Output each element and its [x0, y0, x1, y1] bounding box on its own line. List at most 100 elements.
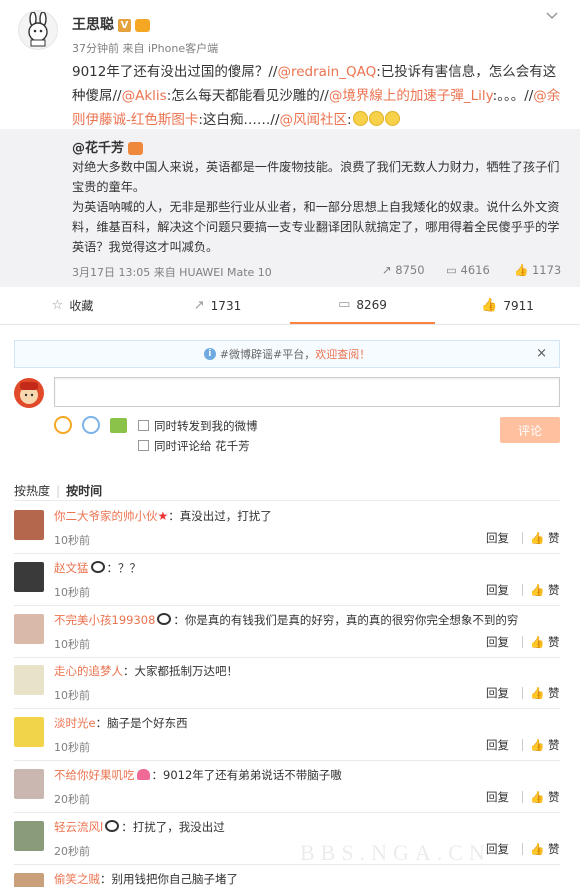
- thumbs-up-icon: 👍: [530, 790, 548, 804]
- comment-line: 你二大爷家的帅小伙★：真没出过，打扰了: [54, 508, 272, 524]
- thumbs-up-icon: 👍: [530, 738, 548, 753]
- verified-icon: V: [118, 18, 131, 32]
- comment-like-button[interactable]: 👍 赞: [530, 685, 559, 701]
- divider: [522, 791, 523, 803]
- emoji-icon[interactable]: [54, 416, 72, 434]
- commenter-name[interactable]: 你二大爷家的帅小伙: [54, 509, 158, 523]
- comment-text: ：脑子是个好东西: [95, 716, 188, 731]
- post-text-segment: :这白痴……//: [198, 112, 280, 128]
- comment-row: 不给你好果叽吃 ：9012年了还有弟弟说话不带脑子嗷 20秒前 回复 👍 赞: [14, 761, 560, 813]
- comment-like-button[interactable]: 👍 赞: [530, 634, 559, 650]
- like-label: 赞: [547, 531, 560, 545]
- commenter-avatar[interactable]: [14, 510, 44, 540]
- quoted-like-count[interactable]: 👍 1173: [514, 263, 561, 277]
- comment-like-button[interactable]: 👍 赞: [530, 841, 559, 857]
- reply-button[interactable]: 回复: [486, 582, 509, 598]
- sort-by-time[interactable]: 按时间: [66, 484, 102, 498]
- commenter-name[interactable]: 淡时光e: [54, 716, 96, 730]
- comment-button[interactable]: ▭ 8269: [290, 287, 435, 324]
- like-count: 7911: [503, 298, 534, 313]
- comment-row: 淡时光e：脑子是个好东西 10秒前 回复 👍 赞: [14, 709, 560, 762]
- forward-button[interactable]: ↗ 1731: [145, 287, 290, 324]
- commenter-name[interactable]: 赵文猛: [54, 561, 89, 575]
- comment-like-button[interactable]: 👍 赞: [530, 737, 559, 753]
- post-text-segment: :: [347, 112, 352, 128]
- divider: [522, 739, 523, 752]
- comment-time: 10秒前: [54, 585, 90, 599]
- comment-line: 赵文猛 ：？？: [54, 560, 141, 576]
- mention-link[interactable]: @redrain_QAQ: [277, 64, 376, 80]
- gif-icon[interactable]: [82, 416, 100, 434]
- reply-button[interactable]: 回复: [486, 789, 509, 805]
- submit-comment-button[interactable]: 评论: [500, 417, 560, 443]
- comment-row: 走心的追梦人：大家都抵制万达吧！ 10秒前 回复 👍 赞: [14, 657, 560, 710]
- thumbs-up-icon: 👍: [530, 582, 548, 597]
- author-name[interactable]: 王思聪: [72, 17, 114, 33]
- author-avatar[interactable]: [18, 10, 58, 50]
- quoted-comment-count[interactable]: ▭ 4616: [446, 263, 490, 277]
- like-label: 赞: [547, 790, 560, 804]
- mention-link[interactable]: @Aklis: [122, 88, 167, 104]
- divider: [14, 500, 560, 501]
- thumbs-up-icon: 👍: [530, 686, 548, 701]
- reply-button[interactable]: 回复: [486, 737, 509, 753]
- quoted-forward-value: 8750: [395, 263, 425, 277]
- divider: [522, 635, 523, 648]
- quoted-author[interactable]: @花千芳: [72, 141, 124, 156]
- comment-like-button[interactable]: 👍 赞: [530, 582, 559, 598]
- comment-time: 10秒前: [54, 534, 90, 547]
- comment-like-button[interactable]: 👍 赞: [530, 789, 559, 805]
- divider: [522, 842, 523, 855]
- commenter-name[interactable]: 走心的追梦人: [54, 664, 123, 678]
- commenter-avatar[interactable]: [14, 769, 44, 799]
- post-meta: 37分钟前 来自 iPhone客户端: [72, 42, 219, 55]
- commenter-avatar[interactable]: [14, 665, 44, 696]
- comment-input[interactable]: [54, 377, 560, 407]
- close-icon[interactable]: ×: [536, 346, 547, 361]
- forward-checkbox[interactable]: [138, 420, 149, 431]
- notice-text: #微博辟谣#平台，: [219, 348, 316, 361]
- reply-button[interactable]: 回复: [486, 634, 509, 650]
- commenter-avatar[interactable]: [14, 717, 44, 748]
- commenter-avatar[interactable]: [14, 561, 44, 592]
- comment-row: 赵文猛 ：？？ 10秒前 回复 👍 赞: [14, 554, 560, 606]
- comment-like-button[interactable]: 👍 赞: [530, 530, 559, 546]
- watermark: BBS.NGA.CN: [300, 840, 491, 865]
- quoted-author-row: @花千芳: [72, 137, 144, 156]
- mention-link[interactable]: @风闻社区: [280, 112, 348, 128]
- quoted-forward-count[interactable]: ↗ 8750: [382, 263, 425, 277]
- quoted-footer: 3月17日 13:05 来自 HUAWEI Mate 10: [72, 266, 272, 279]
- reply-button[interactable]: 回复: [486, 530, 509, 546]
- smiley-emoji-icon: [368, 111, 384, 126]
- comment-option[interactable]: 同时评论给 花千芳: [138, 438, 250, 454]
- forward-option-label: 同时转发到我的微博: [154, 419, 258, 433]
- image-icon[interactable]: [110, 418, 127, 433]
- commenter-name[interactable]: 不完美小孩199308: [54, 613, 155, 627]
- panda-emoji-icon: [157, 612, 172, 625]
- commenter-name[interactable]: 轻云流风l: [54, 820, 103, 834]
- comment-icon: ▭: [446, 263, 457, 277]
- my-avatar[interactable]: [14, 378, 44, 408]
- divider: [522, 583, 523, 596]
- favorite-button[interactable]: ☆ 收藏: [0, 287, 145, 324]
- post-text-segment: 9012年了还有没出过国的傻屌？//: [72, 64, 278, 80]
- commenter-name[interactable]: 偷笑之贼: [54, 872, 100, 886]
- comment-count: 8269: [356, 297, 387, 312]
- commenter-avatar[interactable]: [14, 820, 44, 851]
- forward-option[interactable]: 同时转发到我的微博: [138, 418, 258, 434]
- comment-icon: ▭: [338, 297, 351, 312]
- reply-button[interactable]: 回复: [486, 685, 509, 701]
- chevron-down-icon[interactable]: [546, 8, 558, 24]
- quoted-text: 对绝大多数中国人来说，英语都是一件废物技能。浪费了我们无数人力财力，牺牲了孩子们…: [72, 157, 564, 257]
- info-icon: i: [203, 348, 216, 360]
- commenter-avatar[interactable]: [14, 613, 44, 644]
- notice-link[interactable]: 欢迎查阅！: [315, 346, 370, 362]
- comment-checkbox[interactable]: [138, 440, 149, 451]
- vip-crown-icon: [135, 18, 150, 32]
- mention-link[interactable]: @境界線上的加速子彈_Lily: [329, 88, 493, 104]
- comment-time: 10秒前: [54, 637, 90, 651]
- commenter-name[interactable]: 不给你好果叽吃: [54, 768, 135, 782]
- like-button[interactable]: 👍 7911: [435, 287, 580, 324]
- commenter-avatar[interactable]: [14, 872, 44, 887]
- sort-by-hot[interactable]: 按热度: [14, 484, 50, 498]
